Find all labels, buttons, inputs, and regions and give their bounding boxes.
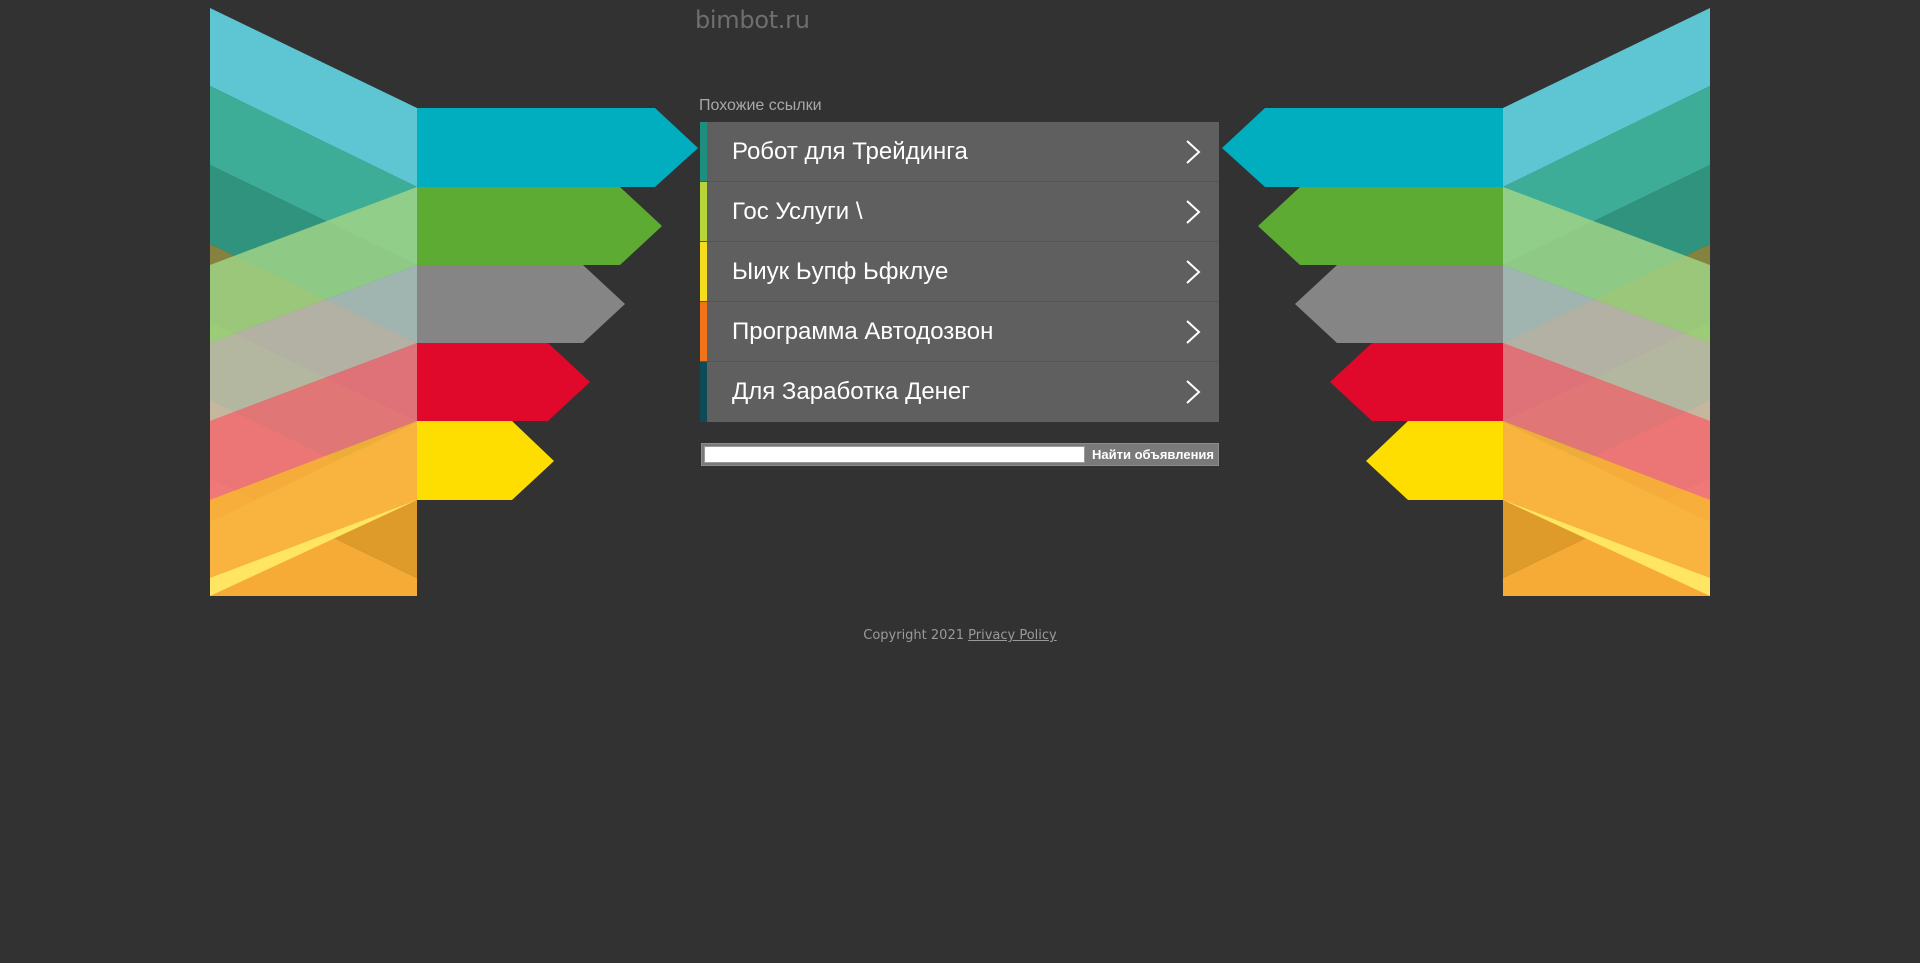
right-wing <box>1222 8 1710 596</box>
search-form: Найти объявления <box>701 443 1219 466</box>
related-link-item[interactable]: Гос Услуги \ <box>700 182 1219 242</box>
search-button[interactable]: Найти объявления <box>1088 444 1218 465</box>
chevron-right-icon <box>1186 200 1201 224</box>
link-color-stripe <box>700 182 707 241</box>
link-color-stripe <box>700 362 707 422</box>
link-color-stripe <box>700 122 707 181</box>
related-link-item[interactable]: Для Заработка Денег <box>700 362 1219 422</box>
chevron-right-icon <box>1186 380 1201 404</box>
related-link-label: Ыиук Ьупф Ьфклуе <box>732 258 949 285</box>
copyright-text: Copyright 2021 <box>863 628 969 643</box>
related-link-item[interactable]: Робот для Трейдинга <box>700 122 1219 182</box>
related-link-label: Робот для Трейдинга <box>732 138 968 165</box>
privacy-policy-link[interactable]: Privacy Policy <box>968 628 1057 643</box>
related-link-label: Программа Автодозвон <box>732 318 994 345</box>
link-color-stripe <box>700 302 707 361</box>
related-links-title: Похожие ссылки <box>699 97 822 114</box>
link-color-stripe <box>700 242 707 301</box>
footer: Copyright 2021 Privacy Policy <box>0 628 1920 643</box>
related-link-item[interactable]: Программа Автодозвон <box>700 302 1219 362</box>
chevron-right-icon <box>1186 260 1201 284</box>
related-link-label: Для Заработка Денег <box>732 378 971 405</box>
site-domain: bimbot.ru <box>695 6 810 34</box>
related-links-list: Робот для Трейдинга Гос Услуги \ Ыиук Ьу… <box>700 122 1219 422</box>
related-link-label: Гос Услуги \ <box>732 198 863 225</box>
page: bimbot.ru Похожие ссылки Робот для Трейд… <box>0 0 1920 963</box>
left-wing <box>210 8 698 596</box>
chevron-right-icon <box>1186 320 1201 344</box>
related-link-item[interactable]: Ыиук Ьупф Ьфклуе <box>700 242 1219 302</box>
search-input[interactable] <box>704 446 1085 463</box>
chevron-right-icon <box>1186 140 1201 164</box>
